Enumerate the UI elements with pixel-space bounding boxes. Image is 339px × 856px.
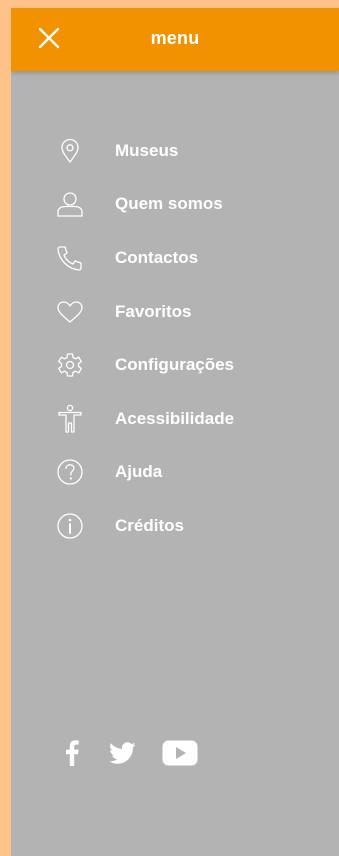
- menu-panel: menu Museus Quem somos Contactos Favorit…: [11, 8, 339, 856]
- menu-item-label: Ajuda: [115, 462, 163, 482]
- menu-list: Museus Quem somos Contactos Favoritos Co…: [11, 124, 339, 553]
- person-icon: [55, 189, 85, 219]
- social-links: [11, 734, 339, 774]
- menu-item-label: Favoritos: [115, 301, 192, 321]
- menu-item-configuracoes[interactable]: Configurações: [11, 338, 339, 392]
- gear-icon: [55, 350, 85, 380]
- menu-item-label: Créditos: [115, 515, 184, 535]
- menu-item-label: Contactos: [115, 247, 199, 267]
- menu-item-label: Acessibilidade: [115, 408, 235, 428]
- menu-item-museus[interactable]: Museus: [11, 124, 339, 178]
- phone-icon: [55, 243, 85, 273]
- youtube-button[interactable]: [161, 734, 199, 772]
- menu-item-label: Quem somos: [115, 194, 223, 214]
- menu-item-quem-somos[interactable]: Quem somos: [11, 178, 339, 232]
- menu-item-creditos[interactable]: Créditos: [11, 499, 339, 553]
- page-title: menu: [150, 28, 200, 48]
- facebook-icon: [66, 740, 79, 766]
- twitter-button[interactable]: [109, 734, 137, 772]
- info-icon: [55, 511, 85, 541]
- menu-item-acessibilidade[interactable]: Acessibilidade: [11, 392, 339, 446]
- youtube-icon: [162, 740, 198, 766]
- menu-item-ajuda[interactable]: Ajuda: [11, 446, 339, 500]
- menu-item-label: Configurações: [115, 355, 235, 375]
- menu-item-label: Museus: [115, 140, 179, 160]
- menu-item-favoritos[interactable]: Favoritos: [11, 285, 339, 339]
- twitter-icon: [110, 742, 136, 764]
- heart-icon: [55, 297, 85, 327]
- location-pin-icon: [55, 136, 85, 166]
- facebook-button[interactable]: [59, 734, 85, 772]
- accessibility-icon: [55, 404, 85, 434]
- help-icon: [55, 457, 85, 487]
- menu-header: menu: [11, 8, 339, 71]
- menu-item-contactos[interactable]: Contactos: [11, 231, 339, 285]
